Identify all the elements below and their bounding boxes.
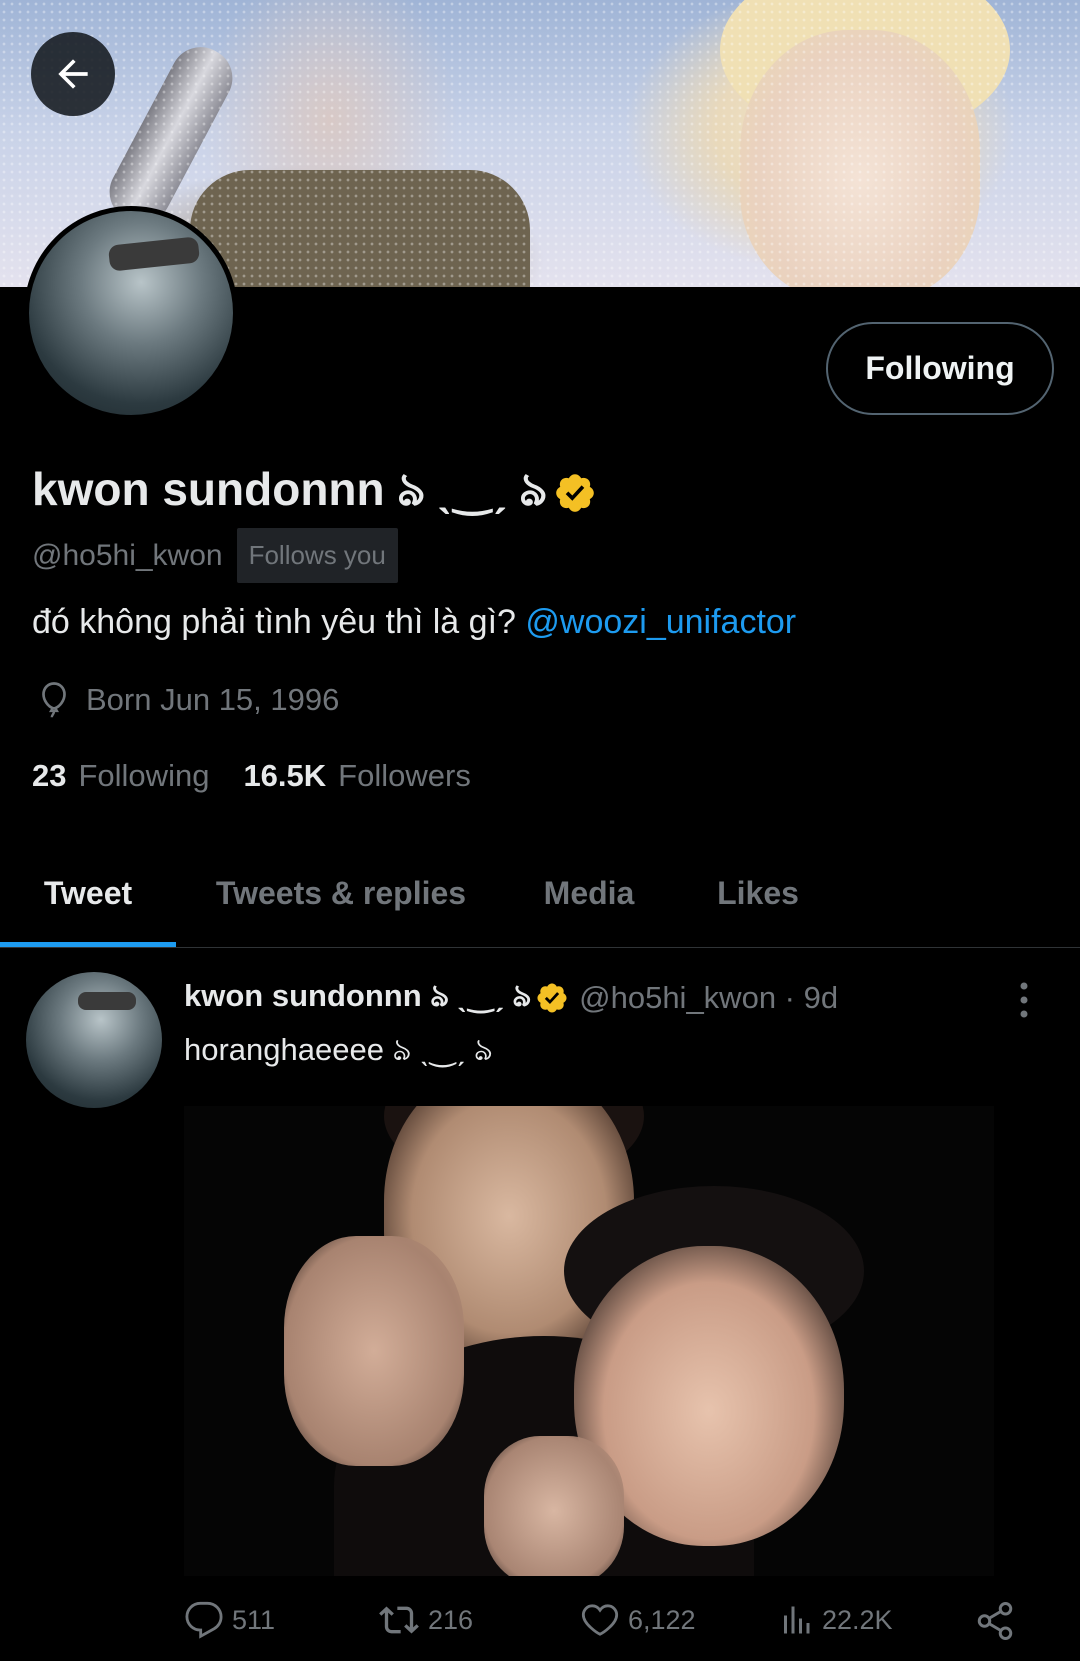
reply-icon <box>185 1601 223 1639</box>
followers-label: Followers <box>338 758 471 793</box>
retweet-button[interactable]: 216 <box>378 1600 473 1640</box>
avatar-headband <box>78 992 136 1010</box>
tweet-author-name[interactable]: kwon sundonnn ঌ ˎ‿ˏ ঌ <box>184 972 531 1024</box>
tab-tweets-replies[interactable]: Tweets & replies <box>176 838 506 948</box>
share-icon <box>977 1602 1013 1640</box>
following-button[interactable]: Following <box>826 322 1054 415</box>
following-count-link[interactable]: 23 Following <box>32 758 209 794</box>
profile-avatar[interactable] <box>24 206 238 420</box>
handle-row: @ho5hi_kwon Follows you <box>32 528 398 583</box>
tab-tweets[interactable]: Tweet <box>0 838 176 948</box>
profile-handle: @ho5hi_kwon <box>32 538 223 572</box>
bio-text: đó không phải tình yêu thì là gì? <box>32 603 526 641</box>
profile-tabs: Tweet Tweets & replies Media Likes <box>0 838 1080 948</box>
reply-button[interactable]: 511 <box>184 1600 275 1640</box>
verified-badge-icon <box>537 983 567 1013</box>
like-count: 6,122 <box>628 1604 696 1635</box>
display-name: kwon sundonnn ঌ ˎ‿ˏ ঌ <box>32 455 597 531</box>
arrow-left-icon <box>58 59 88 89</box>
tweet-text: horanghaeeee ঌ ˎ‿ˏ ঌ <box>184 1032 493 1067</box>
photo-hand-1 <box>284 1236 464 1466</box>
follows-you-badge: Follows you <box>236 528 398 583</box>
followers-count: 16.5K <box>243 758 327 793</box>
balloon-icon <box>42 682 66 718</box>
retweet-icon <box>379 1606 419 1634</box>
tweet-image[interactable] <box>184 1106 994 1576</box>
back-button[interactable] <box>31 32 115 116</box>
bio-mention-link[interactable]: @woozi_unifactor <box>525 603 796 641</box>
views-chart-icon <box>784 1606 810 1634</box>
birthday-text: Born Jun 15, 1996 <box>86 682 340 717</box>
heart-icon <box>581 1604 619 1636</box>
share-button[interactable] <box>974 1600 1024 1642</box>
retweet-count: 216 <box>428 1604 474 1635</box>
avatar-headband <box>107 236 201 272</box>
profile-bio: đó không phải tình yêu thì là gì? @woozi… <box>32 603 796 642</box>
tweet-item[interactable]: kwon sundonnn ঌ ˎ‿ˏ ঌ @ho5hi_kwon · 9d h… <box>0 948 1080 1661</box>
display-name-text: kwon sundonnn ঌ ˎ‿ˏ ঌ <box>32 463 548 515</box>
verified-badge-icon[interactable] <box>553 471 597 515</box>
views-button[interactable]: 22.2K <box>778 1600 893 1640</box>
tweet-avatar[interactable] <box>26 972 162 1108</box>
tweet-actions: 511 216 6,122 22.2K <box>184 1600 1024 1650</box>
following-count: 23 <box>32 758 67 793</box>
tab-likes[interactable]: Likes <box>672 838 844 948</box>
tweet-header: kwon sundonnn ঌ ˎ‿ˏ ঌ @ho5hi_kwon · 9d <box>184 972 838 1024</box>
like-button[interactable]: 6,122 <box>580 1600 696 1640</box>
tab-media[interactable]: Media <box>506 838 672 948</box>
follow-stats: 23 Following 16.5K Followers <box>32 758 505 794</box>
reply-count: 511 <box>232 1604 276 1635</box>
tweet-handle-time[interactable]: @ho5hi_kwon · 9d <box>579 980 838 1016</box>
photo-hand-2 <box>484 1436 624 1576</box>
birthday-row: Born Jun 15, 1996 <box>36 680 339 720</box>
followers-count-link[interactable]: 16.5K Followers <box>243 758 470 794</box>
following-label: Following <box>78 758 210 793</box>
views-count: 22.2K <box>822 1604 893 1635</box>
more-vertical-icon[interactable] <box>1014 980 1034 1020</box>
